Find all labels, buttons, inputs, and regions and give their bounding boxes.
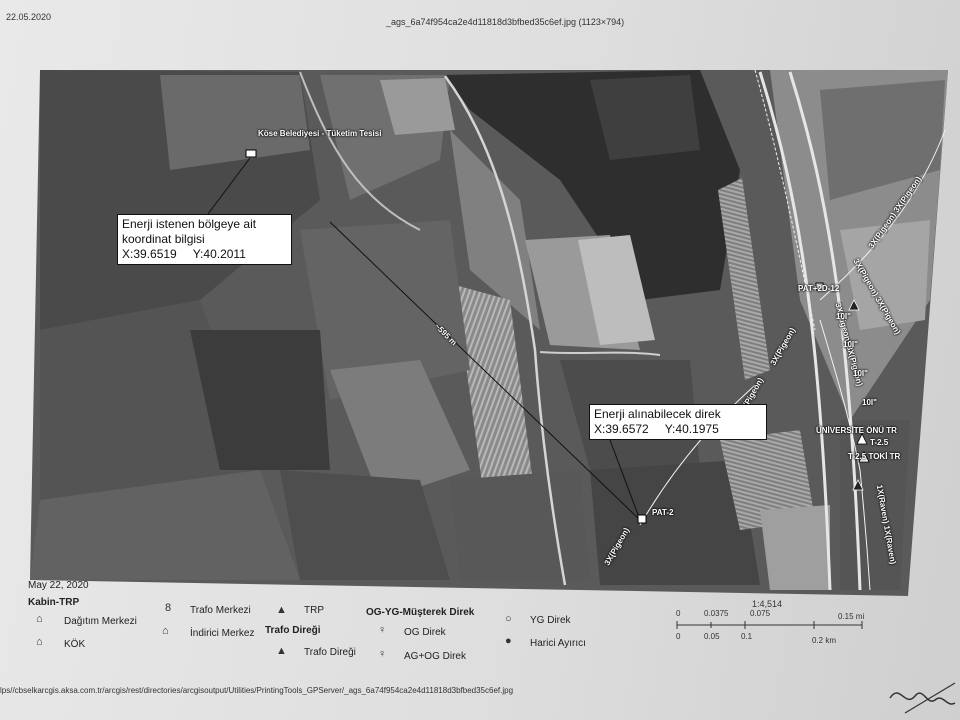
x-coordinate: X:39.6572 bbox=[594, 422, 649, 436]
y-coordinate: Y:40.1975 bbox=[664, 422, 719, 436]
scale-ratio: 1:4,514 bbox=[752, 599, 783, 609]
callout-line: koordinat bilgisi bbox=[122, 232, 205, 246]
station-label: T-2.5 TOKİ TR bbox=[848, 452, 901, 461]
scale-tick: 0.05 bbox=[704, 632, 720, 641]
pole-icon: ♀ bbox=[378, 648, 387, 660]
x-coordinate: X:39.6519 bbox=[122, 247, 177, 261]
scale-tick: 0.0375 bbox=[704, 609, 729, 618]
facility-label: Köse Belediyesi - Tüketim Tesisi bbox=[258, 129, 382, 138]
pat2d12-label: PAT+2D-12 bbox=[798, 284, 840, 293]
legend-dagitim: Dağıtım Merkezi bbox=[64, 616, 137, 627]
aerial-map[interactable] bbox=[0, 0, 960, 600]
legend-trafo-diregi: Trafo Direği bbox=[304, 647, 356, 658]
consumer-marker bbox=[245, 149, 257, 158]
pole-label: 10I" bbox=[862, 398, 877, 407]
transformer-icon: 8 bbox=[165, 602, 172, 614]
legend-yg-direk: YG Direk bbox=[530, 615, 571, 626]
legend-trp: TRP bbox=[304, 605, 324, 616]
legend-og-yg-title: OG-YG-Müşterek Direk bbox=[366, 607, 475, 618]
circle-icon: ○ bbox=[505, 613, 512, 625]
scale-bar bbox=[676, 621, 863, 629]
legend-indirici: İndirici Merkez bbox=[190, 628, 255, 639]
legend-harici: Harici Ayırıcı bbox=[530, 638, 586, 649]
legend-trafo-diregi-title: Trafo Direği bbox=[265, 625, 321, 636]
pole-icon: ♀ bbox=[378, 624, 387, 636]
triangle-icon: ▲ bbox=[276, 604, 287, 616]
house-icon: ⌂ bbox=[36, 636, 43, 648]
footer-url[interactable]: lps//cbselkarcgis.aksa.com.tr/arcgis/res… bbox=[0, 686, 513, 695]
field bbox=[450, 470, 590, 580]
signature bbox=[889, 682, 956, 714]
pole-label: 10I" bbox=[843, 340, 858, 349]
y-coordinate: Y:40.2011 bbox=[192, 247, 246, 261]
legend-trafo-merkezi: Trafo Merkezi bbox=[190, 605, 251, 616]
scale-tick: 0 bbox=[676, 609, 681, 618]
legend-date: May 22, 2020 bbox=[28, 580, 89, 591]
pat2-label: PAT-2 bbox=[652, 508, 674, 517]
scale-tick: 0.1 bbox=[741, 632, 753, 641]
coordinate-row: X:39.6519 Y:40.2011 bbox=[122, 247, 287, 262]
pole-label: 10I" bbox=[853, 369, 868, 378]
available-pole-callout: Enerji alınabilecek direk X:39.6572 Y:40.… bbox=[589, 404, 767, 440]
station-label: ÜNİVERSİTE ÖNÜ TR bbox=[816, 426, 897, 435]
scale-tick: 0.2 km bbox=[812, 636, 837, 645]
house-icon: ⌂ bbox=[162, 625, 169, 637]
callout-line: Enerji alınabilecek direk bbox=[594, 407, 721, 421]
field bbox=[760, 505, 830, 590]
legend-kok: KÖK bbox=[64, 639, 86, 650]
request-coordinate-callout: Enerji istenen bölgeye ait koordinat bil… bbox=[117, 214, 292, 265]
legend-og-direk: OG Direk bbox=[404, 627, 446, 638]
legend-ag-og-direk: AG+OG Direk bbox=[404, 651, 466, 662]
coordinate-row: X:39.6572 Y:40.1975 bbox=[594, 422, 762, 437]
pat2-marker bbox=[637, 514, 647, 524]
triangle-icon: ▲ bbox=[276, 645, 287, 657]
callout-line: Enerji istenen bölgeye ait bbox=[122, 217, 257, 231]
scale-tick: 0.075 bbox=[750, 609, 771, 618]
house-icon: ⌂ bbox=[36, 613, 43, 625]
station-label: T-2.5 bbox=[870, 438, 889, 447]
scale-tick: 0 bbox=[676, 632, 681, 641]
filled-circle-icon: ● bbox=[505, 635, 512, 647]
legend-kabin-title: Kabin-TRP bbox=[28, 597, 80, 608]
pole-label: 10I" bbox=[836, 312, 851, 321]
